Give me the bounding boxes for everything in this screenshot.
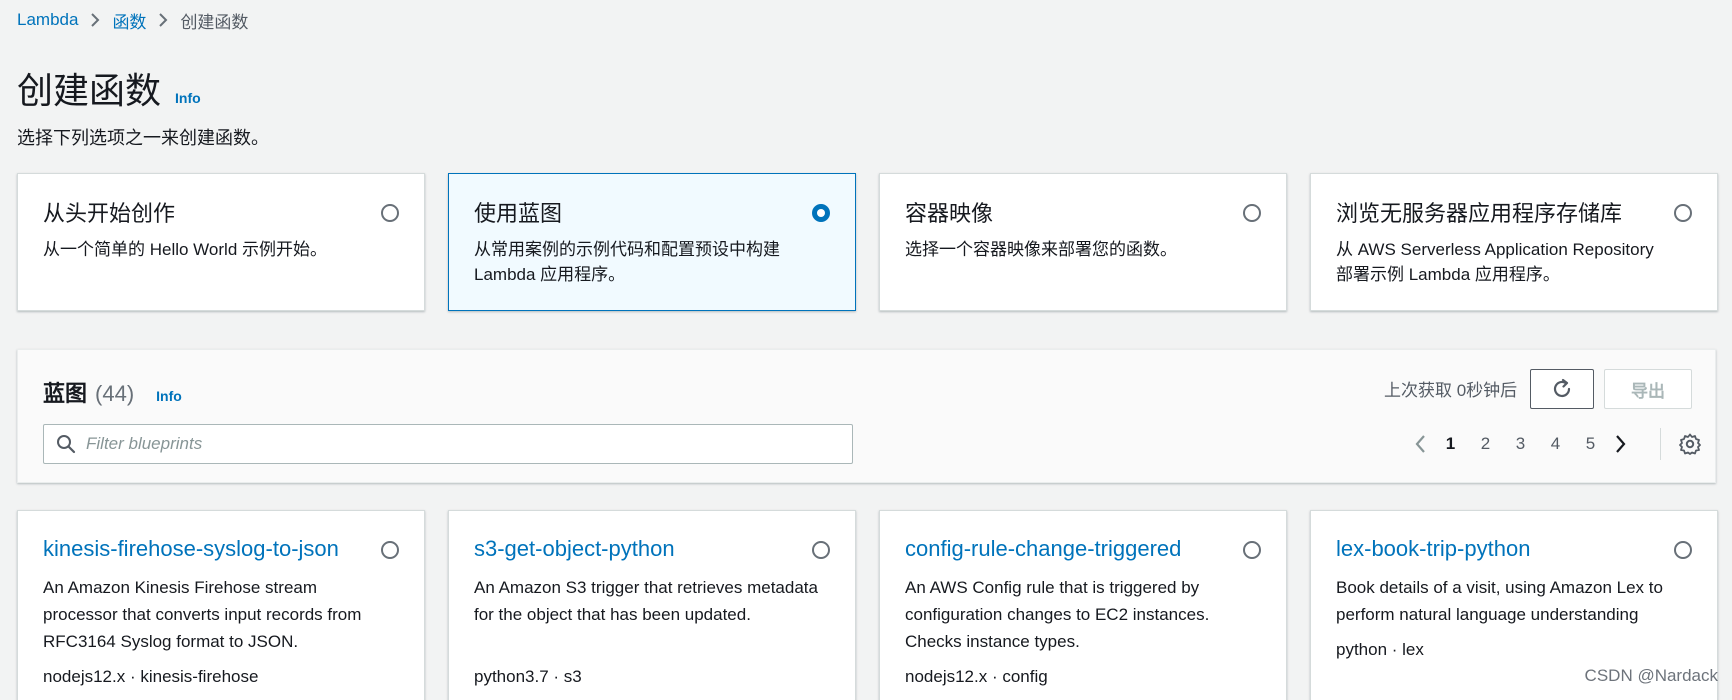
blueprint-card[interactable]: config-rule-change-triggered An AWS Conf… (879, 510, 1287, 700)
option-browse-serverless-repo[interactable]: 浏览无服务器应用程序存储库 从 AWS Serverless Applicati… (1310, 173, 1718, 311)
refresh-icon (1551, 378, 1573, 400)
blueprints-heading: 蓝图 (44) Info (43, 376, 182, 408)
option-title: 使用蓝图 (474, 201, 563, 226)
blueprint-filter-input[interactable] (86, 434, 786, 454)
option-radio-selected[interactable] (812, 204, 830, 222)
blueprint-card-description: An Amazon Kinesis Firehose stream proces… (43, 578, 362, 651)
option-description: 选择一个容器映像来部署您的函数。 (905, 240, 1177, 259)
page-5-button[interactable]: 5 (1573, 434, 1608, 454)
blueprints-panel: 蓝图 (44) Info 上次获取 0秒钟后 导出 1 2 3 4 5 (17, 349, 1716, 483)
info-link[interactable]: Info (175, 90, 201, 106)
blueprint-filter[interactable] (43, 424, 853, 464)
last-fetched-text: 上次获取 0秒钟后 (1384, 381, 1518, 400)
blueprint-card-tags: python3.7 · s3 (474, 667, 582, 686)
breadcrumb-lambda-link[interactable]: Lambda (17, 10, 78, 30)
search-icon (56, 434, 76, 454)
blueprint-card-title[interactable]: kinesis-firehose-syslog-to-json (43, 536, 399, 562)
blueprint-card-title[interactable]: config-rule-change-triggered (905, 536, 1261, 562)
chevron-right-icon[interactable] (1608, 434, 1632, 454)
option-author-from-scratch[interactable]: 从头开始创作 从一个简单的 Hello World 示例开始。 (17, 173, 425, 311)
watermark: CSDN @Nardack (1584, 666, 1718, 685)
blueprint-card-radio[interactable] (381, 541, 399, 559)
chevron-left-icon[interactable] (1409, 434, 1433, 454)
option-radio[interactable] (1674, 204, 1692, 222)
option-description: 从一个简单的 Hello World 示例开始。 (43, 240, 327, 259)
page-subtitle: 选择下列选项之一来创建函数。 (17, 128, 269, 148)
blueprints-title: 蓝图 (43, 381, 88, 406)
breadcrumb-current: 创建函数 (180, 12, 249, 32)
blueprint-card-description: An Amazon S3 trigger that retrieves meta… (474, 578, 818, 624)
blueprint-card[interactable]: s3-get-object-python An Amazon S3 trigge… (448, 510, 856, 700)
option-title: 容器映像 (905, 201, 994, 226)
option-radio[interactable] (381, 204, 399, 222)
chevron-right-icon (158, 12, 168, 28)
page-header: 创建函数 Info (17, 62, 201, 114)
blueprint-card[interactable]: kinesis-firehose-syslog-to-json An Amazo… (17, 510, 425, 700)
breadcrumb: Lambda 函数 创建函数 (17, 8, 248, 32)
chevron-right-icon (90, 12, 100, 28)
page-4-button[interactable]: 4 (1538, 434, 1573, 454)
export-button[interactable]: 导出 (1604, 369, 1692, 409)
option-title: 从头开始创作 (43, 201, 176, 226)
page-2-button[interactable]: 2 (1468, 434, 1503, 454)
breadcrumb-functions-link[interactable]: 函数 (112, 8, 146, 33)
page-1-button[interactable]: 1 (1433, 434, 1468, 454)
blueprint-card-tags: python · lex (1336, 640, 1424, 659)
option-radio[interactable] (1243, 204, 1261, 222)
pagination: 1 2 3 4 5 (1409, 426, 1632, 462)
blueprint-card-description: An AWS Config rule that is triggered by … (905, 578, 1210, 651)
blueprint-card-tags: nodejs12.x · kinesis-firehose (43, 667, 259, 686)
option-title: 浏览无服务器应用程序存储库 (1336, 201, 1623, 226)
blueprint-card-title[interactable]: s3-get-object-python (474, 536, 830, 562)
page-title: 创建函数 (17, 70, 162, 111)
blueprints-count: (44) (95, 381, 135, 406)
divider (1660, 428, 1661, 460)
option-container-image[interactable]: 容器映像 选择一个容器映像来部署您的函数。 (879, 173, 1287, 311)
blueprints-info-link[interactable]: Info (156, 388, 182, 404)
blueprint-card-radio[interactable] (812, 541, 830, 559)
blueprint-card-radio[interactable] (1674, 541, 1692, 559)
page-3-button[interactable]: 3 (1503, 434, 1538, 454)
gear-icon[interactable] (1679, 433, 1701, 455)
blueprint-card-title[interactable]: lex-book-trip-python (1336, 536, 1692, 562)
option-description: 从 AWS Serverless Application Repository … (1336, 240, 1654, 284)
blueprint-card-tags: nodejs12.x · config (905, 667, 1048, 686)
refresh-button[interactable] (1530, 369, 1594, 409)
option-use-blueprint[interactable]: 使用蓝图 从常用案例的示例代码和配置预设中构建 Lambda 应用程序。 (448, 173, 856, 311)
blueprint-card-radio[interactable] (1243, 541, 1261, 559)
blueprint-card-description: Book details of a visit, using Amazon Le… (1336, 578, 1663, 624)
option-description: 从常用案例的示例代码和配置预设中构建 Lambda 应用程序。 (474, 240, 780, 284)
